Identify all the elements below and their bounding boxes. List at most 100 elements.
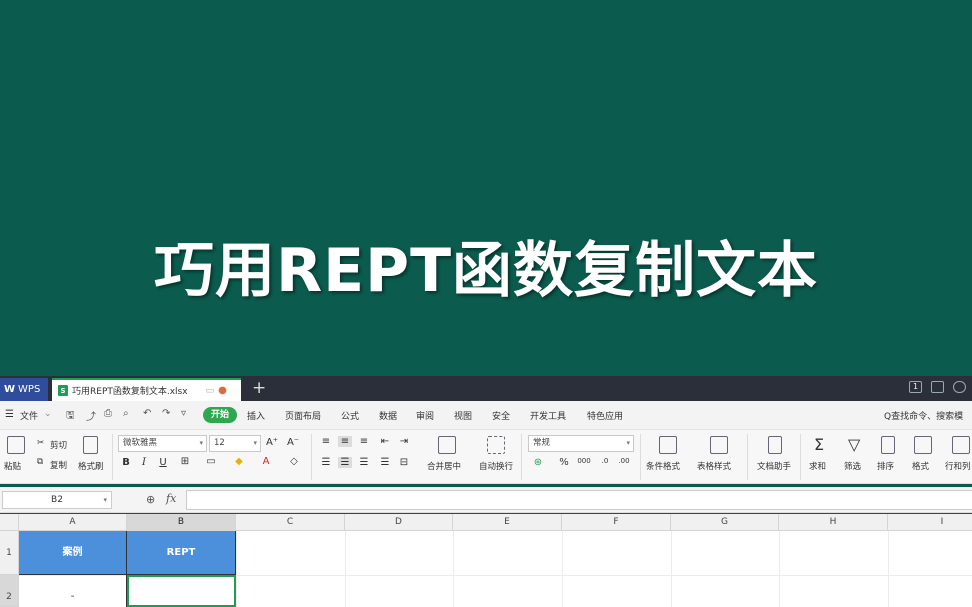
font-size-select[interactable]: 12 ▾ [209,435,261,452]
indent-increase-icon[interactable]: ⇥ [397,436,411,447]
chevron-down-icon[interactable]: ⌄ [44,409,52,419]
sort-icon[interactable] [881,436,895,454]
customize-icon[interactable]: ▿ [181,408,186,419]
document-helper-icon[interactable] [768,436,782,454]
format-button[interactable]: 格式 [912,460,929,472]
format-painter-icon[interactable] [83,436,98,454]
name-box[interactable]: B2 ▾ [2,491,112,509]
align-middle-icon[interactable]: ≡ [338,436,352,447]
justify-icon[interactable]: ☰ [378,457,392,468]
print-preview-icon[interactable]: ⌕ [123,408,129,419]
tab-features[interactable]: 特色应用 [587,409,623,422]
cut-icon[interactable]: ✂ [37,438,44,448]
cell-b2-selected[interactable] [127,575,236,607]
page-indicator[interactable]: 1 [909,381,922,393]
format-painter-button[interactable]: 格式刷 [78,460,104,472]
cut-button[interactable]: 剪切 [50,439,67,451]
bold-icon[interactable]: B [119,457,133,468]
cell-b1[interactable]: REPT [127,531,236,575]
document-helper-button[interactable]: 文档助手 [757,460,791,472]
percent-icon[interactable]: % [557,457,571,468]
thousands-icon[interactable]: 000 [577,457,591,465]
column-header-i[interactable]: I [888,514,972,531]
wrap-text-button[interactable]: 自动换行 [479,460,513,472]
file-menu[interactable]: 文件 [20,409,38,422]
conditional-format-button[interactable]: 条件格式 [646,460,680,472]
column-header-a[interactable]: A [19,514,127,531]
tab-security[interactable]: 安全 [492,409,510,422]
tab-developer[interactable]: 开发工具 [530,409,566,422]
redo-icon[interactable]: ↷ [162,408,170,419]
border-icon[interactable]: ⊞ [178,456,192,467]
rows-columns-icon[interactable] [952,436,970,454]
close-tab-icon[interactable]: ● [218,385,227,396]
filter-icon[interactable]: ▽ [848,435,860,454]
hamburger-icon[interactable]: ☰ [5,409,14,420]
export-icon[interactable]: ⤴ [86,408,96,423]
column-header-c[interactable]: C [236,514,345,531]
indent-decrease-icon[interactable]: ⇤ [378,436,392,447]
insert-function-button[interactable]: fx [166,492,176,505]
monitor-icon[interactable]: ▭ [206,386,215,396]
currency-icon[interactable]: ⊛ [531,457,545,468]
merge-center-icon[interactable] [438,436,456,454]
rows-columns-button[interactable]: 行和列 [945,460,971,472]
merge-center-button[interactable]: 合并居中 [427,460,461,472]
zoom-icon[interactable]: ⊕ [146,493,155,506]
select-all-corner[interactable] [0,514,19,531]
row-header-1[interactable]: 1 [0,531,19,575]
tab-formulas[interactable]: 公式 [341,409,359,422]
cell-a2[interactable]: - [19,575,127,607]
fill-color-icon[interactable]: ◆ [232,456,246,467]
tab-insert[interactable]: 插入 [247,409,265,422]
decrease-decimal-icon[interactable]: .00 [617,457,631,465]
number-format-select[interactable]: 常规 ▾ [528,435,634,452]
tab-page-layout[interactable]: 页面布局 [285,409,321,422]
clear-icon[interactable]: ◇ [287,456,301,467]
sum-icon[interactable]: Σ [814,435,824,454]
conditional-format-icon[interactable] [659,436,677,454]
column-header-b[interactable]: B [127,514,236,531]
column-header-h[interactable]: H [779,514,888,531]
user-icon[interactable] [953,381,966,393]
tab-review[interactable]: 审阅 [416,409,434,422]
increase-font-icon[interactable]: A⁺ [265,437,279,448]
copy-button[interactable]: 复制 [50,459,67,471]
italic-icon[interactable]: I [137,457,151,468]
paste-button[interactable]: 粘贴 [4,460,21,472]
align-right-icon[interactable]: ☰ [357,457,371,468]
tab-data[interactable]: 数据 [379,409,397,422]
filter-button[interactable]: 筛选 [844,460,861,472]
align-top-icon[interactable]: ≡ [319,436,333,447]
font-color-icon[interactable]: A [259,456,273,467]
distributed-icon[interactable]: ⊟ [397,457,411,468]
skin-icon[interactable] [931,381,944,393]
wrap-text-icon[interactable] [487,436,505,454]
wps-home-tab[interactable]: W WPS [0,378,48,401]
save-icon[interactable]: 🖫 [66,408,75,425]
underline-icon[interactable]: U [156,457,170,468]
sum-button[interactable]: 求和 [809,460,826,472]
column-header-d[interactable]: D [345,514,453,531]
print-icon[interactable]: ⎙ [104,408,112,419]
tab-home[interactable]: 开始 [203,407,237,423]
column-header-g[interactable]: G [671,514,779,531]
decrease-font-icon[interactable]: A⁻ [286,437,300,448]
align-center-icon[interactable]: ☰ [338,457,352,468]
align-left-icon[interactable]: ☰ [319,457,333,468]
sort-button[interactable]: 排序 [877,460,894,472]
tab-view[interactable]: 视图 [454,409,472,422]
align-bottom-icon[interactable]: ≡ [357,436,371,447]
font-name-select[interactable]: 微软雅黑 ▾ [118,435,207,452]
erase-format-icon[interactable]: ▭ [204,456,218,467]
paste-icon[interactable] [7,436,25,454]
table-style-button[interactable]: 表格样式 [697,460,731,472]
formula-input[interactable] [186,490,972,510]
table-style-icon[interactable] [710,436,728,454]
column-header-f[interactable]: F [562,514,671,531]
column-header-e[interactable]: E [453,514,562,531]
row-header-2[interactable]: 2 [0,575,19,607]
cell-a1[interactable]: 案例 [19,531,127,575]
new-tab-button[interactable]: + [252,378,266,398]
document-tab[interactable]: S 巧用REPT函数复制文本.xlsx ▭ ● [52,378,241,401]
